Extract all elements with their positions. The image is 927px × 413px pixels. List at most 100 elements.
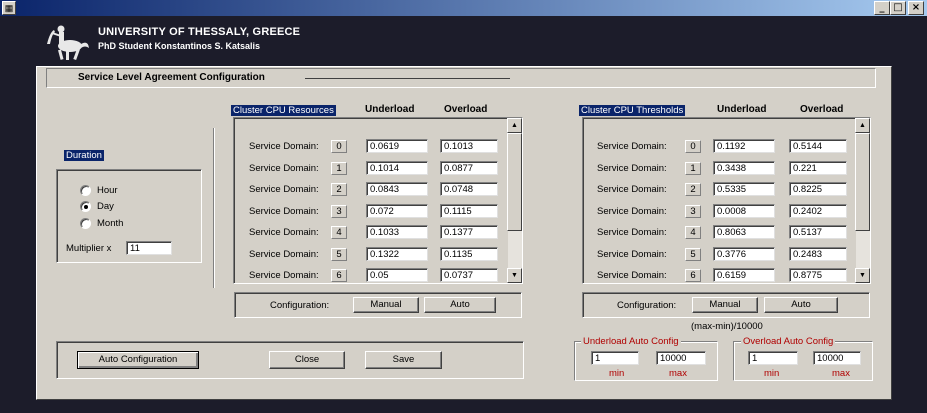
radio-day[interactable]: [80, 201, 91, 212]
thresholds-overload-input[interactable]: 0.2483: [789, 246, 847, 261]
resources-scroll-up[interactable]: ▲: [507, 118, 522, 133]
radio-hour[interactable]: [80, 185, 91, 196]
thresholds-overload-input[interactable]: 0.221: [789, 160, 847, 175]
service-domain-label: Service Domain:: [249, 248, 319, 260]
formula-note: (max-min)/10000: [691, 321, 763, 332]
service-domain-index: 5: [331, 247, 347, 261]
close-window-button[interactable]: ×: [908, 1, 924, 15]
close-button[interactable]: Close: [269, 351, 345, 369]
service-domain-index: 5: [685, 247, 701, 261]
service-domain-index: 3: [685, 204, 701, 218]
service-domain-index: 1: [685, 161, 701, 175]
thresholds-overload-input[interactable]: 0.2402: [789, 203, 847, 218]
underload-auto-title: Underload Auto Config: [581, 336, 681, 347]
thresholds-overload-header: Overload: [800, 104, 844, 115]
service-domain-label: Service Domain:: [597, 184, 667, 195]
thresholds-underload-input[interactable]: 0.3776: [713, 246, 775, 261]
thresholds-underload-input[interactable]: 0.5335: [713, 182, 775, 196]
thresholds-scroll-thumb[interactable]: [855, 133, 870, 231]
vertical-separator: [213, 128, 215, 288]
resources-auto-button[interactable]: Auto: [424, 297, 496, 313]
thresholds-title: Cluster CPU Thresholds: [579, 105, 686, 116]
service-domain-index: 6: [685, 269, 701, 282]
resources-overload-input[interactable]: 0.0737: [440, 268, 498, 282]
service-domain-index: 0: [331, 140, 347, 153]
service-domain-label: Service Domain:: [249, 141, 319, 152]
service-domain-label: Service Domain:: [249, 227, 319, 238]
resources-overload-input[interactable]: 0.0877: [440, 160, 498, 175]
resources-underload-input[interactable]: 0.0619: [366, 139, 428, 153]
service-domain-label: Service Domain:: [249, 162, 319, 174]
app-icon[interactable]: ▦: [2, 1, 16, 15]
service-domain-index: 2: [685, 183, 701, 196]
resources-overload-input[interactable]: 0.1377: [440, 225, 498, 239]
underload-max-label: max: [669, 368, 687, 379]
service-domain-index: 4: [685, 226, 701, 239]
service-domain-label: Service Domain:: [249, 205, 319, 217]
service-domain-index: 2: [331, 183, 347, 196]
thresholds-underload-header: Underload: [717, 104, 767, 115]
thresholds-scroll-up[interactable]: ▲: [855, 118, 870, 133]
minimize-button[interactable]: _: [874, 1, 890, 15]
thresholds-underload-input[interactable]: 0.3438: [713, 160, 775, 175]
underload-max-input[interactable]: 10000: [656, 351, 706, 365]
thresholds-overload-input[interactable]: 0.8225: [789, 182, 847, 196]
radio-month-label: Month: [97, 218, 124, 229]
resources-underload-input[interactable]: 0.1033: [366, 225, 428, 239]
thresholds-underload-input[interactable]: 0.1192: [713, 139, 775, 153]
underload-min-label: min: [609, 368, 625, 379]
radio-hour-label: Hour: [97, 185, 118, 196]
resources-manual-button[interactable]: Manual: [353, 297, 419, 313]
resources-overload-input[interactable]: 0.1013: [440, 139, 498, 153]
service-domain-index: 4: [331, 226, 347, 239]
resources-overload-input[interactable]: 0.1115: [440, 203, 498, 218]
service-domain-index: 0: [685, 140, 701, 153]
thresholds-underload-input[interactable]: 0.6159: [713, 268, 775, 282]
underload-min-input[interactable]: 1: [591, 351, 639, 365]
maximize-button[interactable]: □: [890, 1, 906, 15]
save-button[interactable]: Save: [365, 351, 442, 369]
resources-underload-input[interactable]: 0.05: [366, 268, 428, 282]
radio-month[interactable]: [80, 218, 91, 229]
thresholds-overload-input[interactable]: 0.5144: [789, 139, 847, 153]
resources-underload-header: Underload: [365, 104, 415, 115]
resources-scroll-down[interactable]: ▼: [507, 268, 522, 283]
service-domain-label: Service Domain:: [597, 141, 667, 152]
overload-min-input[interactable]: 1: [748, 351, 798, 365]
resources-underload-input[interactable]: 0.0843: [366, 182, 428, 196]
multiplier-input[interactable]: 11: [126, 241, 172, 255]
university-title: UNIVERSITY OF THESSALY, GREECE: [98, 26, 301, 38]
resources-underload-input[interactable]: 0.1322: [366, 246, 428, 261]
thresholds-overload-input[interactable]: 0.8775: [789, 268, 847, 282]
thresholds-underload-input[interactable]: 0.0008: [713, 203, 775, 218]
duration-label: Duration: [64, 150, 104, 161]
service-domain-label: Service Domain:: [249, 270, 319, 281]
service-domain-index: 3: [331, 204, 347, 218]
resources-underload-input[interactable]: 0.1014: [366, 160, 428, 175]
overload-min-label: min: [764, 368, 780, 379]
service-domain-label: Service Domain:: [597, 248, 667, 260]
multiplier-label: Multiplier x: [66, 243, 112, 254]
thresholds-overload-input[interactable]: 0.5137: [789, 225, 847, 239]
window-titlebar: [0, 0, 927, 16]
radio-day-label: Day: [97, 201, 114, 212]
overload-max-input[interactable]: 10000: [813, 351, 861, 365]
service-domain-label: Service Domain:: [597, 162, 667, 174]
thresholds-config-label: Configuration:: [617, 300, 677, 311]
resources-overload-input[interactable]: 0.0748: [440, 182, 498, 196]
service-domain-label: Service Domain:: [249, 184, 319, 195]
resources-overload-input[interactable]: 0.1135: [440, 246, 498, 261]
resources-scroll-thumb[interactable]: [507, 133, 522, 231]
thresholds-underload-input[interactable]: 0.8063: [713, 225, 775, 239]
centaur-logo-icon: [47, 25, 89, 61]
auto-configuration-button[interactable]: Auto Configuration: [77, 351, 199, 369]
page-title: Service Level Agreement Configuration: [78, 72, 265, 83]
resources-overload-header: Overload: [444, 104, 488, 115]
thresholds-scroll-down[interactable]: ▼: [855, 268, 870, 283]
overload-max-label: max: [832, 368, 850, 379]
resources-title: Cluster CPU Resources: [231, 105, 336, 116]
thresholds-manual-button[interactable]: Manual: [692, 297, 758, 313]
thresholds-auto-button[interactable]: Auto: [764, 297, 838, 313]
resources-underload-input[interactable]: 0.072: [366, 203, 428, 218]
title-divider: [305, 78, 510, 79]
